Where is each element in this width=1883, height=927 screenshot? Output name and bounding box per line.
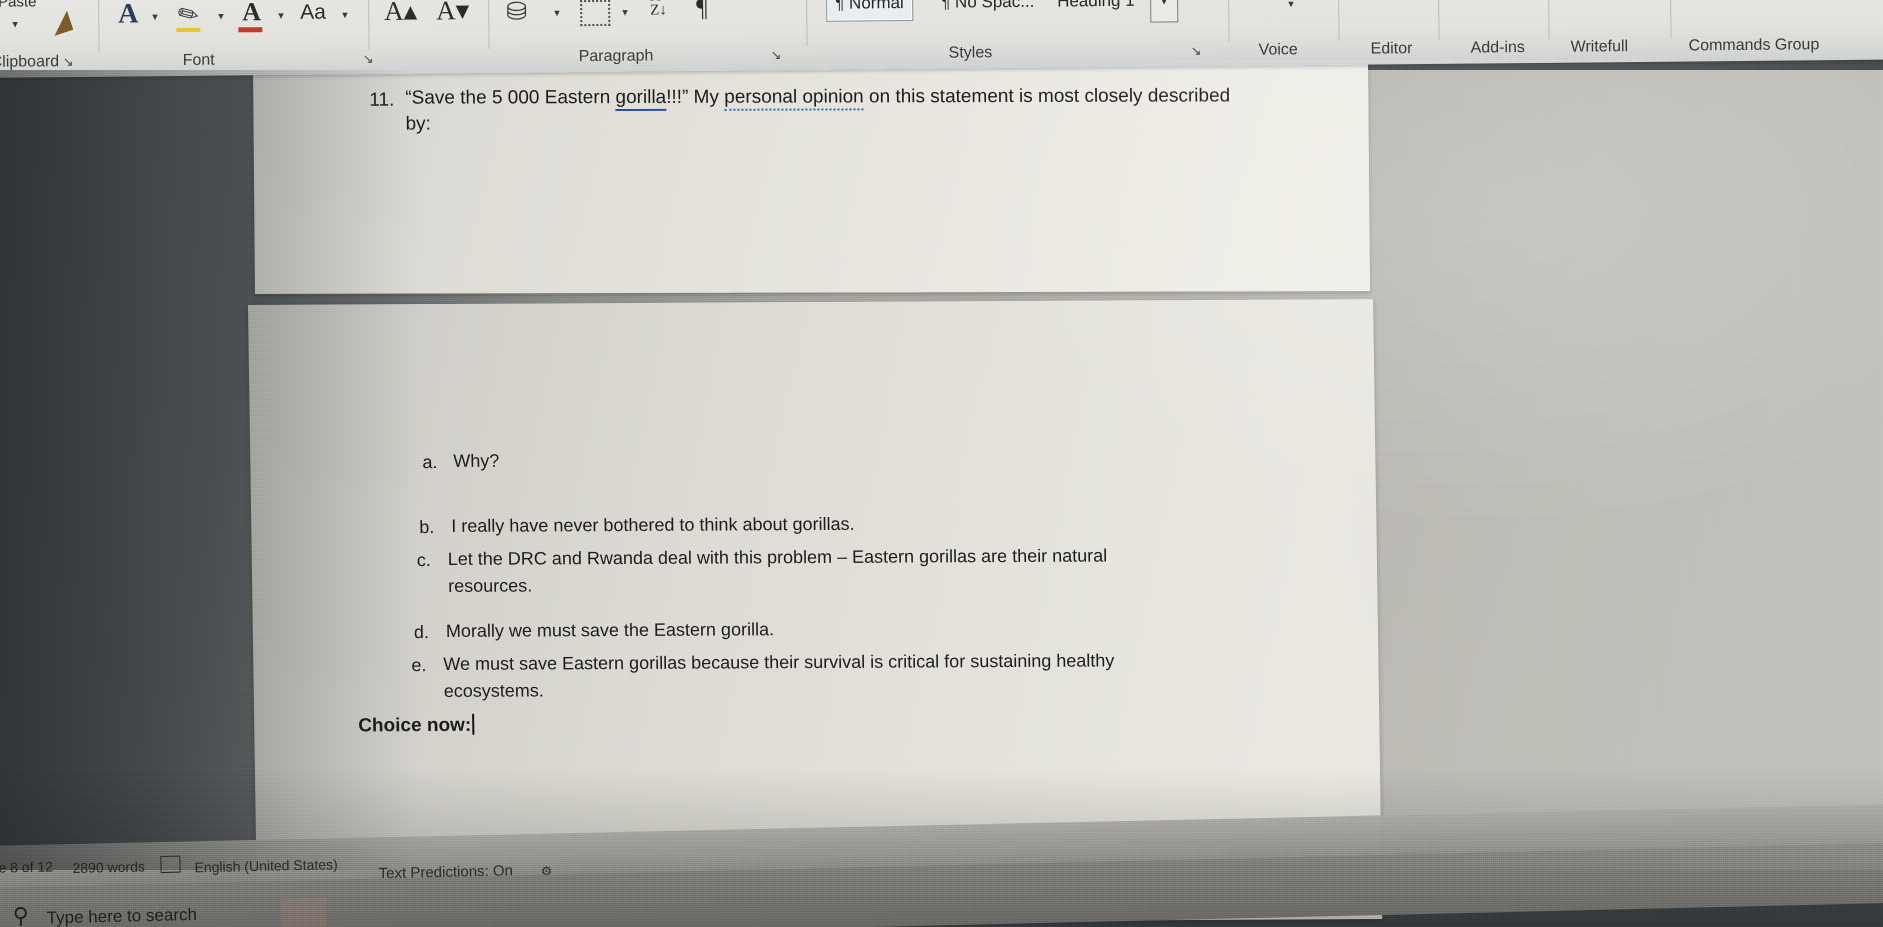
group-label-commands: Commands Group <box>1688 36 1820 55</box>
shrink-font-icon[interactable]: A▾ <box>436 0 469 27</box>
page-indicator[interactable]: e 8 of 12 <box>0 858 53 875</box>
sort-icon[interactable]: AZ↓ <box>650 0 667 18</box>
group-label-font: Font <box>182 51 215 69</box>
grammar-flagged-phrase[interactable]: personal opinion <box>724 86 864 111</box>
question-text-pre: “Save the 5 000 Eastern <box>405 87 616 109</box>
option-text-a: Why? <box>453 450 500 471</box>
highlight-color-swatch <box>176 27 201 33</box>
style-gallery-item-heading1[interactable]: Heading 1 <box>1048 0 1144 20</box>
taskbar-search-label[interactable]: Type here to search <box>46 905 197 927</box>
option-text-b: I really have never bothered to think ab… <box>451 513 855 536</box>
search-icon[interactable]: ⚲ <box>12 903 29 927</box>
option-letter-d: d. <box>413 622 430 643</box>
language-indicator[interactable]: English (United States) <box>194 856 338 875</box>
style-gallery-item-normal[interactable]: ¶ Normal <box>825 0 913 22</box>
group-label-editor: Editor <box>1370 40 1413 58</box>
group-label-styles: Styles <box>948 44 993 62</box>
change-case-label[interactable]: Aa <box>300 1 326 25</box>
text-effects-icon[interactable]: A <box>118 0 139 31</box>
group-separator <box>368 0 370 51</box>
borders-chevron-icon[interactable]: ▾ <box>622 6 628 19</box>
grow-font-icon[interactable]: A▴ <box>384 0 417 27</box>
spellcheck-icon[interactable] <box>160 855 181 874</box>
group-label-paragraph: Paragraph <box>578 47 654 66</box>
borders-icon[interactable] <box>580 0 611 27</box>
paste-dropdown-chevron-icon[interactable]: ▾ <box>12 18 18 31</box>
question-number: 11. <box>369 89 395 111</box>
group-separator <box>805 0 808 46</box>
group-separator <box>1227 0 1230 42</box>
word-count[interactable]: 2890 words <box>72 858 145 876</box>
styles-gallery-more-button[interactable]: ▾ <box>1149 0 1179 23</box>
misspelled-word[interactable]: gorilla <box>615 86 667 112</box>
style-gallery-item-no-spacing[interactable]: ¶ No Spac... <box>932 0 1044 21</box>
group-label-writefull: Writefull <box>1570 38 1629 56</box>
shading-chevron-icon[interactable]: ▾ <box>554 6 560 19</box>
group-label-clipboard: Clipboard <box>0 53 60 71</box>
option-text-d: Morally we must save the Eastern gorilla… <box>445 619 775 641</box>
styles-dialog-launcher[interactable]: ↘ <box>1191 43 1202 59</box>
question-text-post: on this statement is most closely descri… <box>863 85 1231 108</box>
option-letter-e: e. <box>411 655 427 676</box>
group-separator <box>1669 0 1672 38</box>
option-letter-a: a. <box>422 452 438 473</box>
question-continuation: by: <box>405 113 431 135</box>
group-label-voice: Voice <box>1258 41 1298 59</box>
option-text-c-line2: resources. <box>448 575 533 596</box>
taskbar-app-icon[interactable] <box>280 897 328 927</box>
group-separator <box>98 0 100 53</box>
styles-more-chevron-icon: ▾ <box>1161 0 1168 8</box>
choice-prompt-label: Choice now: <box>358 714 472 737</box>
change-case-chevron-icon[interactable]: ▾ <box>342 8 348 21</box>
group-separator <box>1437 0 1440 40</box>
question-text: “Save the 5 000 Eastern gorilla!!!” My p… <box>405 85 1231 112</box>
paragraph-dialog-launcher[interactable]: ↘ <box>771 47 782 63</box>
option-text-e-line1: We must save Eastern gorillas because th… <box>443 650 1115 674</box>
highlight-chevron-icon[interactable]: ▾ <box>218 10 224 23</box>
dictate-chevron-icon[interactable]: ▾ <box>1288 0 1294 10</box>
paste-button-label[interactable]: Paste <box>0 0 37 11</box>
research-explorer-button[interactable]: Research Explorer <box>1692 0 1850 1</box>
option-letter-c: c. <box>416 550 431 571</box>
clipboard-dialog-launcher[interactable]: ↘ <box>63 54 74 70</box>
option-text-c-line1: Let the DRC and Rwanda deal with this pr… <box>447 545 1108 569</box>
group-separator <box>488 0 490 50</box>
option-text-e-line2: ecosystems. <box>443 680 544 701</box>
font-dialog-launcher[interactable]: ↘ <box>363 51 374 67</box>
choice-prompt[interactable]: Choice now: <box>358 713 475 738</box>
show-formatting-marks-icon[interactable]: ¶ <box>696 0 708 23</box>
shading-icon[interactable]: ⛁ <box>506 0 527 27</box>
text-effects-chevron-icon[interactable]: ▾ <box>152 10 158 23</box>
group-separator <box>1337 0 1340 41</box>
font-color-icon[interactable]: A <box>242 0 261 27</box>
writefull-button[interactable]: Writefull <box>1570 0 1638 3</box>
group-separator <box>1547 0 1550 39</box>
question-text-mid: !!!” My <box>666 86 725 108</box>
format-painter-icon[interactable]: ◢ <box>46 5 75 40</box>
text-cursor <box>472 713 475 735</box>
option-letter-b: b. <box>419 517 435 538</box>
group-label-addins: Add-ins <box>1470 39 1525 57</box>
font-color-chevron-icon[interactable]: ▾ <box>278 9 284 22</box>
word-document-photo: 11. “Save the 5 000 Eastern gorilla!!!” … <box>0 0 1883 927</box>
font-color-swatch <box>238 27 263 33</box>
ribbon-toolbar: Paste ▾ ◢ Clipboard ↘ A ▾ ✎ ▾ A ▾ Aa ▾ A… <box>0 0 1883 78</box>
document-page-upper: 11. “Save the 5 000 Eastern gorilla!!!” … <box>252 59 1371 294</box>
